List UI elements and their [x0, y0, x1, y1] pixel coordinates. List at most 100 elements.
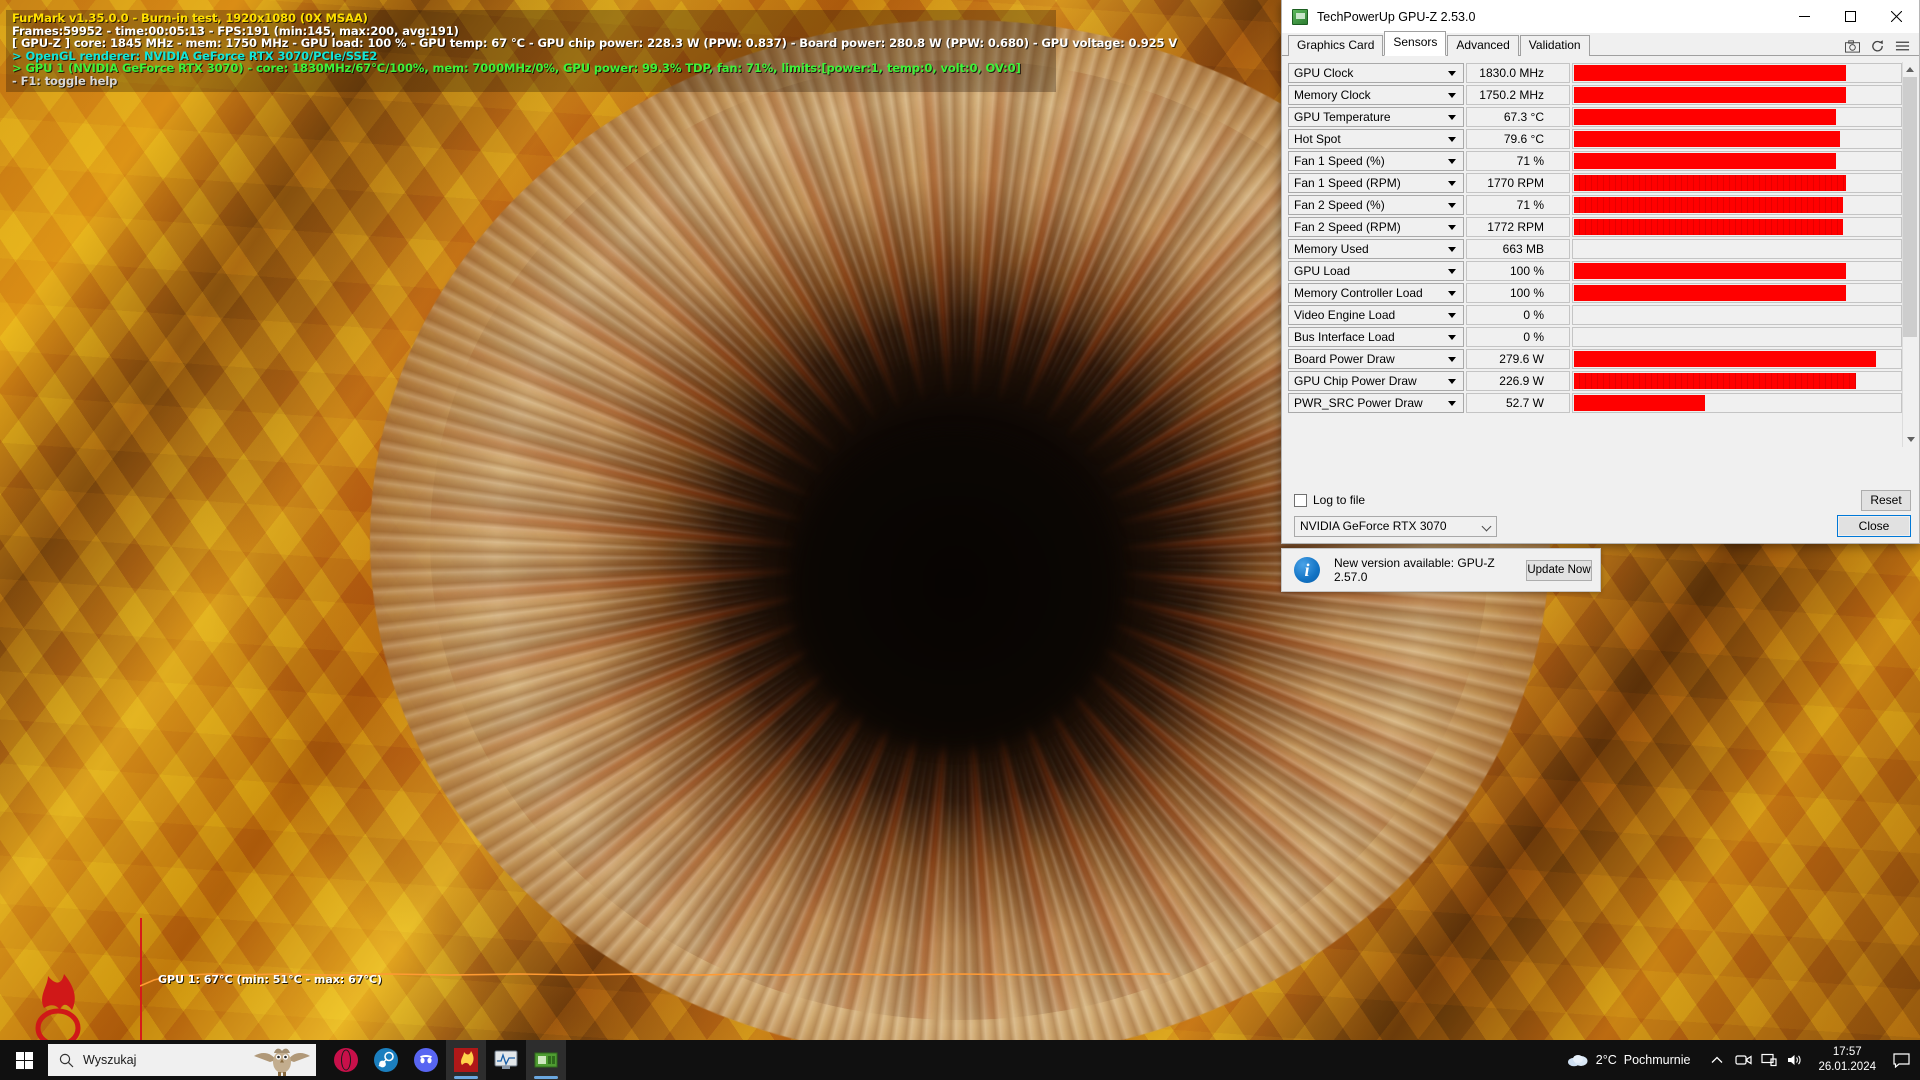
gpuz-icon — [534, 1052, 558, 1068]
sensor-name-dropdown[interactable]: Memory Clock — [1288, 85, 1464, 105]
close-window-button[interactable] — [1873, 0, 1919, 33]
taskbar-app-opera[interactable] — [326, 1040, 366, 1080]
sensor-graph — [1572, 261, 1902, 281]
camera-icon[interactable] — [1845, 39, 1860, 53]
sensor-name-label: Bus Interface Load — [1294, 330, 1395, 344]
notification-center-button[interactable] — [1886, 1040, 1916, 1080]
furmark-icon — [454, 1048, 478, 1072]
sensor-graph — [1572, 371, 1902, 391]
sensor-name-dropdown[interactable]: Fan 2 Speed (RPM) — [1288, 217, 1464, 237]
graph-temp-label: GPU 1: 67°C (min: 51°C - max: 67°C) — [158, 973, 382, 986]
tab-advanced[interactable]: Advanced — [1447, 35, 1519, 56]
maximize-button[interactable] — [1827, 0, 1873, 33]
sensor-name-dropdown[interactable]: Bus Interface Load — [1288, 327, 1464, 347]
sensor-name-dropdown[interactable]: Fan 2 Speed (%) — [1288, 195, 1464, 215]
weather-widget[interactable]: 2°C Pochmurnie — [1557, 1053, 1701, 1067]
sensor-graph-bar — [1574, 263, 1847, 279]
taskbar-clock[interactable]: 17:57 26.01.2024 — [1812, 1045, 1886, 1075]
chevron-up-icon — [1906, 67, 1914, 72]
tray-camera-button[interactable] — [1730, 1040, 1756, 1080]
scroll-down-button[interactable] — [1903, 432, 1918, 447]
taskbar-app-buttons — [326, 1040, 566, 1080]
sensor-name-dropdown[interactable]: GPU Load — [1288, 261, 1464, 281]
gpuz-toolbar-icons — [1845, 39, 1919, 55]
sensor-name-dropdown[interactable]: GPU Clock — [1288, 63, 1464, 83]
sensor-value: 100 % — [1466, 261, 1570, 281]
minimize-icon — [1798, 16, 1810, 17]
tray-display-button[interactable] — [1756, 1040, 1782, 1080]
chevron-down-icon — [1448, 159, 1456, 164]
chevron-down-icon — [1906, 437, 1915, 442]
sensor-name-dropdown[interactable]: Fan 1 Speed (%) — [1288, 151, 1464, 171]
sensor-name-dropdown[interactable]: Board Power Draw — [1288, 349, 1464, 369]
sensor-graph-bar — [1574, 285, 1847, 301]
sensor-name-dropdown[interactable]: Memory Used — [1288, 239, 1464, 259]
sensor-value: 71 % — [1466, 151, 1570, 171]
furmark-osd-overlay: FurMark v1.35.0.0 - Burn-in test, 1920x1… — [6, 10, 1178, 92]
reset-button[interactable]: Reset — [1861, 489, 1911, 511]
sensor-graph — [1572, 129, 1902, 149]
sensor-value: 0 % — [1466, 305, 1570, 325]
tray-volume-button[interactable] — [1782, 1040, 1808, 1080]
show-hidden-icons-button[interactable] — [1704, 1040, 1730, 1080]
sensor-value: 1772 RPM — [1466, 217, 1570, 237]
scroll-up-button[interactable] — [1903, 62, 1917, 77]
chevron-down-icon — [1448, 357, 1456, 362]
sensor-list-panel: GPU Clock 1830.0 MHz Memory Clock 1750.2 MH… — [1282, 56, 1919, 477]
start-button[interactable] — [0, 1040, 48, 1080]
sensor-name-dropdown[interactable]: Memory Controller Load — [1288, 283, 1464, 303]
update-now-button[interactable]: Update Now — [1526, 559, 1592, 581]
sensor-graph — [1572, 195, 1902, 215]
chevron-down-icon — [1448, 247, 1456, 252]
sensor-row: GPU Temperature 67.3 °C — [1288, 106, 1902, 128]
furmark-pupil — [790, 430, 1120, 750]
sensor-row: Fan 2 Speed (%) 71 % — [1288, 194, 1902, 216]
tab-validation[interactable]: Validation — [1519, 35, 1590, 56]
sensor-name-label: Board Power Draw — [1294, 352, 1395, 366]
taskbar-app-gpuz[interactable] — [526, 1040, 566, 1080]
sensor-graph — [1572, 173, 1902, 193]
camera-icon — [1735, 1055, 1752, 1065]
gpuz-tab-bar: Graphics Card Sensors Advanced Validatio… — [1282, 31, 1919, 56]
sensor-row: PWR_SRC Power Draw 52.7 W — [1288, 392, 1902, 414]
gpuz-titlebar[interactable]: TechPowerUp GPU-Z 2.53.0 — [1282, 0, 1919, 34]
steam-icon — [374, 1048, 398, 1072]
system-tray: 2°C Pochmurnie 17:57 26.01.2024 — [1557, 1040, 1920, 1080]
chevron-down-icon — [1448, 401, 1456, 406]
sensor-value: 1830.0 MHz — [1466, 63, 1570, 83]
sensor-value: 79.6 °C — [1466, 129, 1570, 149]
sensor-name-dropdown[interactable]: Fan 1 Speed (RPM) — [1288, 173, 1464, 193]
sensor-value: 226.9 W — [1466, 371, 1570, 391]
taskbar-app-hwmonitor[interactable] — [486, 1040, 526, 1080]
sensor-name-dropdown[interactable]: GPU Temperature — [1288, 107, 1464, 127]
sensor-name-dropdown[interactable]: Hot Spot — [1288, 129, 1464, 149]
sensor-row: Fan 1 Speed (RPM) 1770 RPM — [1288, 172, 1902, 194]
gpu-select-dropdown[interactable]: NVIDIA GeForce RTX 3070 — [1294, 515, 1497, 537]
sensor-scrollbar[interactable] — [1902, 62, 1918, 447]
close-button[interactable]: Close — [1837, 515, 1911, 537]
sensor-name-dropdown[interactable]: GPU Chip Power Draw — [1288, 371, 1464, 391]
sensor-row: Fan 2 Speed (RPM) 1772 RPM — [1288, 216, 1902, 238]
scrollbar-thumb[interactable] — [1903, 77, 1917, 337]
search-input[interactable]: Wyszukaj — [48, 1044, 316, 1076]
discord-icon — [414, 1048, 438, 1072]
log-to-file-checkbox[interactable]: Log to file — [1294, 493, 1365, 507]
menu-icon[interactable] — [1895, 39, 1910, 53]
sensor-name-dropdown[interactable]: Video Engine Load — [1288, 305, 1464, 325]
sensor-row: GPU Chip Power Draw 226.9 W — [1288, 370, 1902, 392]
sensor-name-label: Fan 2 Speed (%) — [1294, 198, 1385, 212]
sensor-graph-bar — [1574, 65, 1847, 81]
taskbar-app-furmark[interactable] — [446, 1040, 486, 1080]
chevron-down-icon — [1448, 93, 1456, 98]
sensor-name-label: PWR_SRC Power Draw — [1294, 396, 1423, 410]
taskbar-app-steam[interactable] — [366, 1040, 406, 1080]
refresh-icon[interactable] — [1870, 39, 1885, 53]
sensor-name-dropdown[interactable]: PWR_SRC Power Draw — [1288, 393, 1464, 413]
tab-sensors[interactable]: Sensors — [1384, 31, 1447, 56]
tab-graphics-card[interactable]: Graphics Card — [1288, 35, 1384, 56]
chevron-down-icon — [1448, 115, 1456, 120]
taskbar-app-discord[interactable] — [406, 1040, 446, 1080]
minimize-button[interactable] — [1781, 0, 1827, 33]
furmark-gpuz-line: [ GPU-Z ] core: 1845 MHz - mem: 1750 MHz… — [12, 36, 1178, 51]
gpuz-app-icon — [1292, 8, 1308, 25]
